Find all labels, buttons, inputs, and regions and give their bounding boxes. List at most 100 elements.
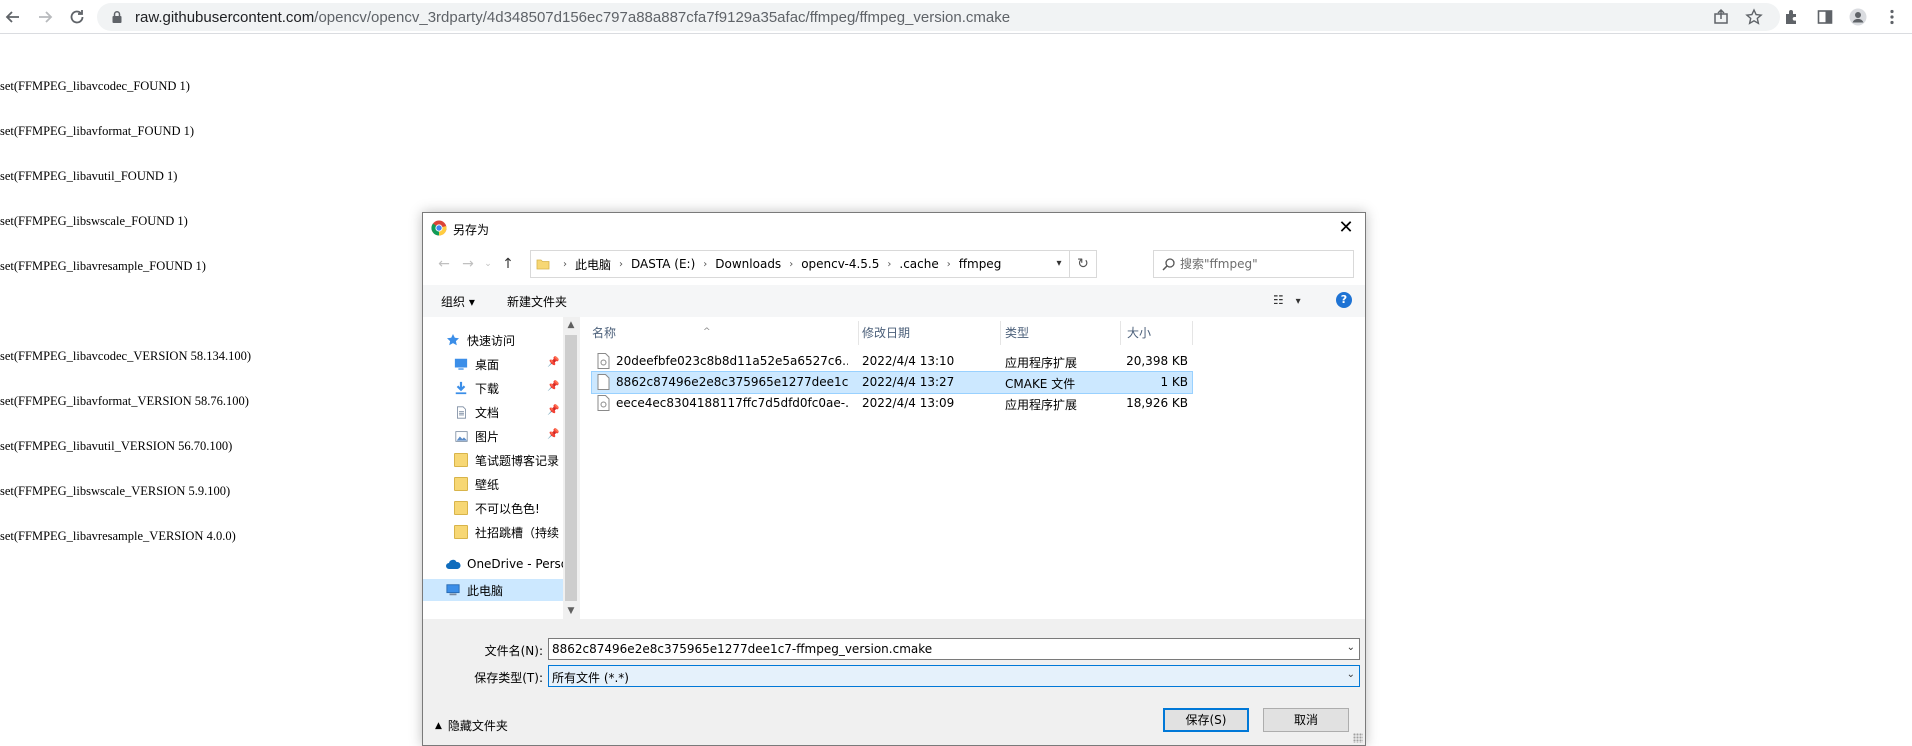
filename-dropdown-icon[interactable]: ⌄ — [1347, 642, 1355, 653]
view-list-icon: ☷ — [1273, 293, 1284, 307]
hide-folders-label: 隐藏文件夹 — [447, 719, 508, 733]
column-header-date[interactable]: 修改日期 — [862, 321, 910, 345]
nav-label: OneDrive - Perso — [467, 557, 563, 571]
pin-icon: 📌 — [547, 381, 560, 392]
file-name: eece4ec8304188117ffc7d5dfd0fc0ae-... — [616, 396, 848, 410]
save-as-dialog: 另存为 ✕ ← → ⌄ ↑ › 此电脑 › DASTA (E:) › Downl… — [422, 212, 1366, 746]
breadcrumb-separator-icon[interactable]: › — [789, 259, 793, 270]
breadcrumb-separator-icon[interactable]: › — [619, 259, 623, 270]
command-bar: 组织 ▾ 新建文件夹 ☷ ▾ ? — [423, 285, 1365, 317]
filename-field[interactable]: ⌄ — [548, 638, 1360, 660]
breadcrumb-cache[interactable]: .cache — [899, 257, 938, 271]
close-button[interactable]: ✕ — [1335, 217, 1357, 239]
scroll-up-icon[interactable]: ▲ — [563, 317, 579, 333]
folder-icon — [536, 259, 550, 270]
address-bar[interactable]: raw.githubusercontent.com/opencv/opencv_… — [97, 3, 1780, 31]
new-folder-button[interactable]: 新建文件夹 — [507, 293, 567, 310]
column-header-type[interactable]: 类型 — [1005, 321, 1029, 345]
scrollbar-thumb[interactable] — [565, 335, 577, 601]
scroll-down-icon[interactable]: ▼ — [563, 603, 579, 619]
nav-folder-wallpaper[interactable]: 壁纸 — [453, 473, 499, 495]
url-host: raw.githubusercontent.com — [135, 9, 315, 26]
file-size: 1 KB — [1160, 375, 1188, 389]
cancel-button[interactable]: 取消 — [1263, 708, 1349, 732]
search-icon — [1162, 258, 1175, 271]
nav-pictures[interactable]: 图片 📌 — [453, 425, 563, 447]
help-button[interactable]: ? — [1336, 292, 1352, 308]
code-line: set(FFMPEG_libavresample_FOUND 1) — [0, 259, 206, 273]
lock-icon[interactable] — [110, 10, 124, 24]
nav-label: 快速访问 — [467, 333, 516, 348]
column-divider[interactable] — [858, 321, 859, 345]
path-dropdown-icon[interactable]: ▾ — [1050, 251, 1068, 277]
extensions-icon[interactable] — [1782, 7, 1802, 27]
share-icon[interactable] — [1711, 7, 1731, 27]
nav-onedrive[interactable]: OneDrive - Perso — [445, 553, 563, 575]
menu-kebab-icon[interactable] — [1882, 7, 1902, 27]
nav-documents[interactable]: 文档 📌 — [453, 401, 563, 423]
file-size: 20,398 KB — [1126, 354, 1188, 368]
forward-icon[interactable] — [35, 7, 55, 27]
column-divider[interactable] — [1192, 321, 1193, 345]
breadcrumb-separator-icon[interactable]: › — [703, 259, 707, 270]
dialog-title: 另存为 — [453, 223, 490, 237]
profile-avatar-icon[interactable] — [1848, 7, 1868, 27]
breadcrumb-downloads[interactable]: Downloads — [715, 257, 781, 271]
breadcrumb-drive[interactable]: DASTA (E:) — [631, 257, 695, 271]
back-icon[interactable] — [3, 7, 23, 27]
up-folder-icon[interactable]: ↑ — [499, 255, 517, 273]
filetype-select[interactable]: 所有文件 (*.*) ⌄ — [548, 665, 1360, 687]
reload-icon[interactable] — [67, 7, 87, 27]
file-row[interactable]: 8862c87496e2e8c375965e1277dee1c... 2022/… — [591, 371, 1193, 394]
nav-folder-blog[interactable]: 笔试题博客记录 — [453, 449, 559, 471]
nav-label: 此电脑 — [467, 583, 504, 598]
nav-desktop[interactable]: 桌面 📌 — [453, 353, 563, 375]
filename-input[interactable] — [552, 641, 1338, 657]
save-button[interactable]: 保存(S) — [1163, 708, 1249, 732]
breadcrumb-separator-icon[interactable]: › — [887, 259, 891, 270]
organize-button[interactable]: 组织 ▾ — [441, 293, 475, 310]
file-date: 2022/4/4 13:27 — [862, 375, 955, 389]
sort-ascending-icon: ^ — [703, 327, 711, 337]
file-row[interactable]: eece4ec8304188117ffc7d5dfd0fc0ae-... 202… — [592, 393, 1192, 414]
nav-downloads[interactable]: 下载 📌 — [453, 377, 563, 399]
resize-grip-icon[interactable] — [1353, 733, 1363, 743]
view-options-button[interactable]: ☷ ▾ — [1273, 293, 1301, 307]
search-input[interactable] — [1180, 254, 1350, 274]
breadcrumb: › 此电脑 › DASTA (E:) › Downloads › opencv-… — [555, 251, 1001, 277]
nav-quick-access[interactable]: 快速访问 — [445, 329, 515, 351]
filename-label: 文件名(N): — [484, 644, 543, 658]
breadcrumb-opencv[interactable]: opencv-4.5.5 — [801, 257, 879, 271]
breadcrumb-ffmpeg[interactable]: ffmpeg — [959, 257, 1002, 271]
dialog-title-bar[interactable]: 另存为 ✕ — [423, 213, 1365, 243]
column-header-size[interactable]: 大小 — [1127, 321, 1151, 345]
nav-back-icon[interactable]: ← — [435, 255, 453, 273]
chrome-logo-icon — [431, 220, 447, 236]
side-panel-icon[interactable] — [1815, 7, 1835, 27]
bookmark-star-icon[interactable] — [1744, 7, 1764, 27]
breadcrumb-separator-icon[interactable]: › — [947, 259, 951, 270]
filetype-dropdown-icon[interactable]: ⌄ — [1347, 669, 1355, 680]
column-divider[interactable] — [1120, 321, 1121, 345]
nav-folder-3[interactable]: 不可以色色! — [453, 497, 540, 519]
file-date: 2022/4/4 13:09 — [862, 396, 955, 410]
nav-label: 文档 — [475, 405, 500, 420]
nav-folder-4[interactable]: 社招跳槽（持续 — [453, 521, 559, 543]
column-header-name[interactable]: 名称 ^ — [592, 321, 711, 345]
column-divider[interactable] — [1000, 321, 1001, 345]
hide-folders-toggle[interactable]: ▲ 隐藏文件夹 — [435, 717, 508, 734]
folder-path-bar[interactable]: › 此电脑 › DASTA (E:) › Downloads › opencv-… — [530, 250, 1097, 278]
refresh-icon[interactable]: ↻ — [1069, 251, 1096, 277]
code-line: set(FFMPEG_libavformat_VERSION 58.76.100… — [0, 394, 249, 408]
onedrive-cloud-icon — [445, 556, 461, 572]
recent-locations-chevron-icon[interactable]: ⌄ — [479, 255, 497, 273]
search-box[interactable] — [1153, 250, 1354, 278]
navigation-scrollbar[interactable]: ▲ ▼ — [563, 317, 579, 619]
nav-this-pc[interactable]: 此电脑 — [423, 579, 563, 601]
url-text[interactable]: raw.githubusercontent.com/opencv/opencv_… — [135, 9, 1010, 26]
file-row[interactable]: 20deefbfe023c8b8d11a52e5a6527c6... 2022/… — [592, 351, 1192, 372]
breadcrumb-this-pc[interactable]: 此电脑 — [575, 256, 611, 273]
file-icon — [597, 374, 610, 390]
star-icon — [445, 332, 461, 348]
nav-forward-icon[interactable]: → — [459, 255, 477, 273]
